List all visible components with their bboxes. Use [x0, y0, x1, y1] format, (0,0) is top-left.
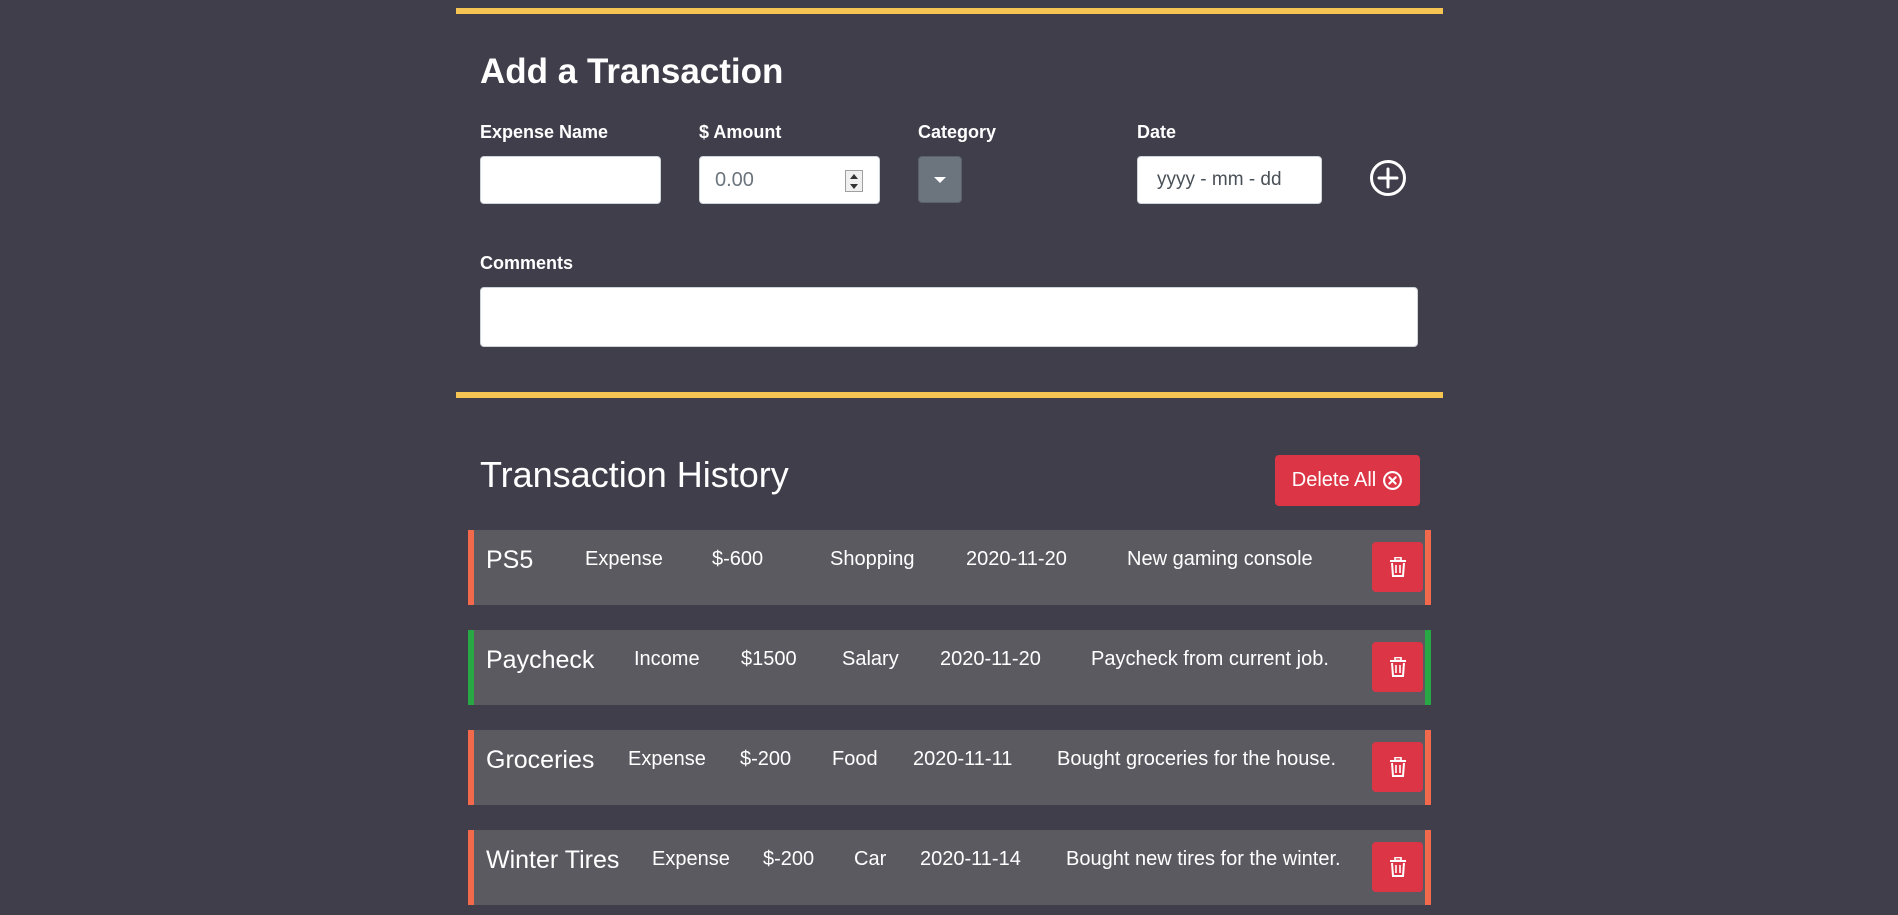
transaction-type: Expense [628, 748, 706, 770]
transaction-category: Car [854, 848, 887, 870]
transaction-type: Income [634, 648, 700, 670]
transaction-amount: $-200 [763, 848, 815, 870]
amount-label: $ Amount [699, 122, 782, 142]
transaction-comment: Bought groceries for the house. [1057, 748, 1337, 770]
transaction-name: Winter Tires [486, 846, 620, 874]
top-divider [456, 8, 1443, 14]
caret-down-icon [934, 176, 946, 183]
transaction-date: 2020-11-20 [940, 648, 1041, 670]
delete-all-label: Delete All [1291, 469, 1377, 491]
transaction-amount: $1500 [741, 648, 797, 670]
comments-label: Comments [480, 253, 574, 273]
expense-name-input[interactable] [480, 156, 661, 204]
transaction-row: Groceries Expense $-200 Food 2020-11-11 … [468, 730, 1431, 805]
stepper-up-icon[interactable] [850, 173, 858, 179]
transaction-name: PS5 [486, 546, 534, 574]
amount-input[interactable]: 0.00 [699, 156, 880, 204]
transaction-amount: $-600 [712, 548, 764, 570]
transaction-row: Winter Tires Expense $-200 Car 2020-11-1… [468, 830, 1431, 905]
delete-transaction-button[interactable] [1372, 842, 1423, 892]
plus-circle-icon[interactable] [1368, 158, 1408, 198]
trash-icon [1389, 557, 1406, 577]
form-title: Add a Transaction [480, 52, 784, 91]
expense-name-label: Expense Name [480, 122, 609, 142]
x-circle-icon [1383, 471, 1403, 490]
transaction-comment: Bought new tires for the winter. [1066, 848, 1341, 870]
transaction-date: 2020-11-14 [920, 848, 1021, 870]
stepper-down-icon[interactable] [850, 183, 858, 189]
transaction-comment: Paycheck from current job. [1091, 648, 1329, 670]
transaction-comment: New gaming console [1127, 548, 1313, 570]
history-title: Transaction History [480, 454, 789, 495]
amount-placeholder: 0.00 [715, 168, 754, 191]
transaction-row: Paycheck Income $1500 Salary 2020-11-20 … [468, 630, 1431, 705]
transaction-amount: $-200 [740, 748, 792, 770]
section-divider [456, 392, 1443, 398]
transaction-name: Paycheck [486, 646, 595, 674]
trash-icon [1389, 857, 1406, 877]
transaction-type: Expense [585, 548, 663, 570]
comments-input[interactable] [480, 287, 1418, 347]
delete-transaction-button[interactable] [1372, 742, 1423, 792]
date-input[interactable]: yyyy - mm - dd [1137, 156, 1322, 204]
transaction-date: 2020-11-11 [913, 748, 1013, 770]
transaction-date: 2020-11-20 [966, 548, 1067, 570]
amount-stepper[interactable] [845, 170, 863, 192]
category-dropdown[interactable] [918, 156, 962, 203]
transaction-category: Salary [842, 648, 899, 670]
date-label: Date [1137, 122, 1177, 142]
trash-icon [1389, 657, 1406, 677]
delete-transaction-button[interactable] [1372, 542, 1423, 592]
transaction-category: Food [832, 748, 878, 770]
category-label: Category [918, 122, 997, 142]
delete-transaction-button[interactable] [1372, 642, 1423, 692]
transaction-row: PS5 Expense $-600 Shopping 2020-11-20 Ne… [468, 530, 1431, 605]
transaction-category: Shopping [830, 548, 915, 570]
delete-all-button[interactable]: Delete All [1275, 455, 1420, 506]
trash-icon [1389, 757, 1406, 777]
transaction-name: Groceries [486, 746, 595, 774]
transaction-type: Expense [652, 848, 730, 870]
